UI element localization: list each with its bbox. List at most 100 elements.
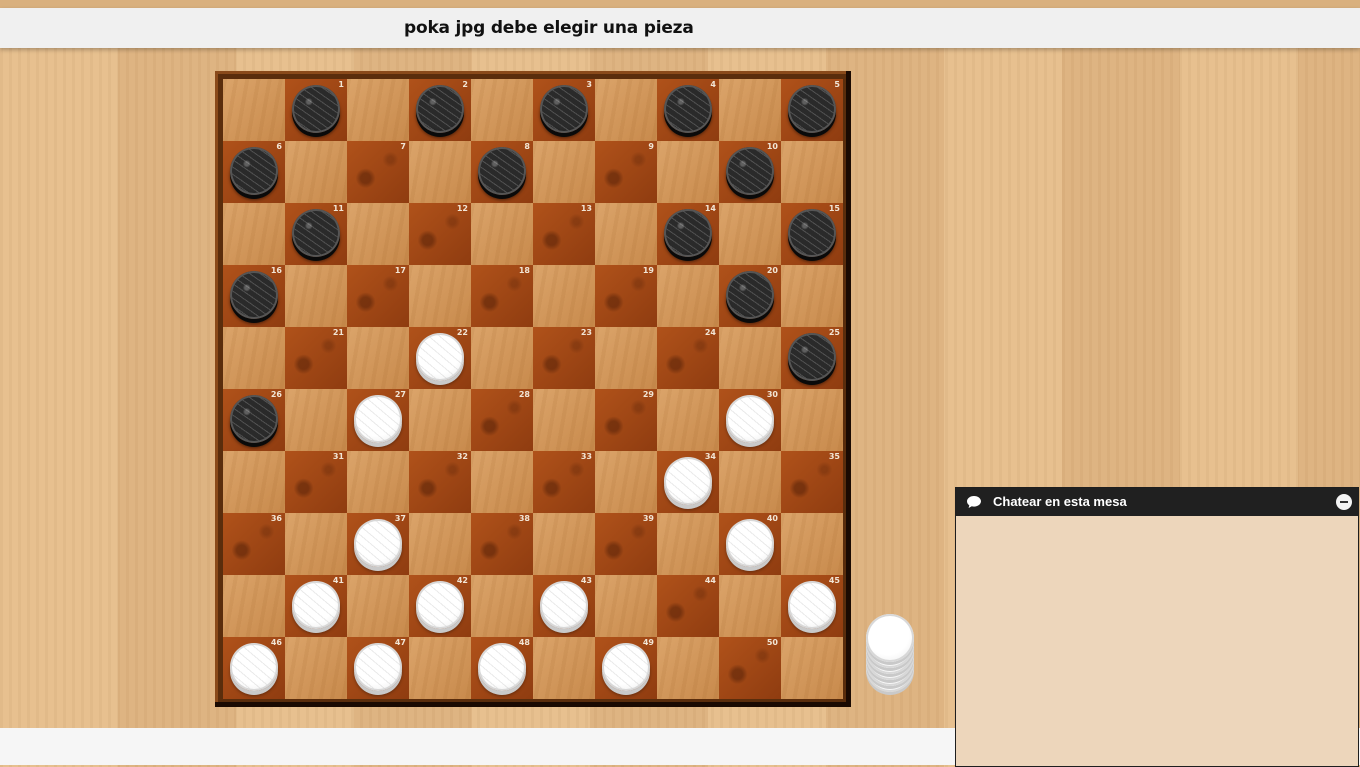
minimize-icon[interactable]	[1336, 494, 1352, 510]
board-square-42[interactable]: 42	[409, 575, 471, 637]
black-piece[interactable]	[230, 271, 278, 319]
board-square-28[interactable]: 28	[471, 389, 533, 451]
black-piece[interactable]	[664, 85, 712, 133]
board-square-20[interactable]: 20	[719, 265, 781, 327]
black-piece[interactable]	[478, 147, 526, 195]
board-square-5[interactable]: 5	[781, 79, 843, 141]
board-square-3[interactable]: 3	[533, 79, 595, 141]
board-square-light	[657, 265, 719, 327]
board-square-38[interactable]: 38	[471, 513, 533, 575]
square-number: 42	[456, 576, 468, 585]
white-piece[interactable]	[664, 457, 712, 505]
board-square-43[interactable]: 43	[533, 575, 595, 637]
board-square-31[interactable]: 31	[285, 451, 347, 513]
white-piece[interactable]	[602, 643, 650, 691]
board-square-45[interactable]: 45	[781, 575, 843, 637]
black-piece[interactable]	[540, 85, 588, 133]
white-piece[interactable]	[540, 581, 588, 629]
black-piece[interactable]	[788, 333, 836, 381]
board-square-44[interactable]: 44	[657, 575, 719, 637]
white-piece[interactable]	[726, 519, 774, 567]
black-piece[interactable]	[292, 209, 340, 257]
chat-header[interactable]: Chatear en esta mesa	[956, 488, 1358, 516]
board-square-35[interactable]: 35	[781, 451, 843, 513]
board-square-49[interactable]: 49	[595, 637, 657, 699]
board-square-6[interactable]: 6	[223, 141, 285, 203]
board-square-40[interactable]: 40	[719, 513, 781, 575]
black-piece[interactable]	[726, 147, 774, 195]
board-square-light	[533, 389, 595, 451]
board-square-50[interactable]: 50	[719, 637, 781, 699]
black-piece[interactable]	[292, 85, 340, 133]
board-square-48[interactable]: 48	[471, 637, 533, 699]
board-square-light	[781, 141, 843, 203]
board-square-light	[285, 389, 347, 451]
board-square-27[interactable]: 27	[347, 389, 409, 451]
black-piece[interactable]	[664, 209, 712, 257]
white-piece[interactable]	[230, 643, 278, 691]
board-square-13[interactable]: 13	[533, 203, 595, 265]
board-square-14[interactable]: 14	[657, 203, 719, 265]
white-piece[interactable]	[292, 581, 340, 629]
board-square-41[interactable]: 41	[285, 575, 347, 637]
black-piece[interactable]	[726, 271, 774, 319]
board-square-8[interactable]: 8	[471, 141, 533, 203]
board-square-30[interactable]: 30	[719, 389, 781, 451]
board-square-22[interactable]: 22	[409, 327, 471, 389]
square-number: 6	[276, 142, 282, 151]
board-square-29[interactable]: 29	[595, 389, 657, 451]
board-square-16[interactable]: 16	[223, 265, 285, 327]
board-square-47[interactable]: 47	[347, 637, 409, 699]
board-square-26[interactable]: 26	[223, 389, 285, 451]
square-number: 50	[766, 638, 778, 647]
black-piece[interactable]	[788, 85, 836, 133]
board-square-7[interactable]: 7	[347, 141, 409, 203]
board-square-2[interactable]: 2	[409, 79, 471, 141]
board-square-light	[409, 265, 471, 327]
board-square-39[interactable]: 39	[595, 513, 657, 575]
white-piece[interactable]	[354, 643, 402, 691]
square-number: 47	[394, 638, 406, 647]
black-piece[interactable]	[788, 209, 836, 257]
white-piece[interactable]	[416, 333, 464, 381]
black-piece[interactable]	[230, 147, 278, 195]
board-square-23[interactable]: 23	[533, 327, 595, 389]
board-square-32[interactable]: 32	[409, 451, 471, 513]
square-number: 13	[580, 204, 592, 213]
board-square-light	[471, 203, 533, 265]
board-square-10[interactable]: 10	[719, 141, 781, 203]
square-number: 12	[456, 204, 468, 213]
board-square-37[interactable]: 37	[347, 513, 409, 575]
black-piece[interactable]	[230, 395, 278, 443]
board-square-12[interactable]: 12	[409, 203, 471, 265]
board-square-11[interactable]: 11	[285, 203, 347, 265]
square-number: 23	[580, 328, 592, 337]
board-square-9[interactable]: 9	[595, 141, 657, 203]
board-square-light	[285, 141, 347, 203]
white-piece[interactable]	[416, 581, 464, 629]
board-square-15[interactable]: 15	[781, 203, 843, 265]
square-number: 40	[766, 514, 778, 523]
board-square-21[interactable]: 21	[285, 327, 347, 389]
white-piece[interactable]	[354, 395, 402, 443]
board-square-25[interactable]: 25	[781, 327, 843, 389]
board-square-18[interactable]: 18	[471, 265, 533, 327]
white-piece[interactable]	[478, 643, 526, 691]
white-piece[interactable]	[354, 519, 402, 567]
checkers-board: 1 2 3 4 5 6 7 8 9 10 11 12 13 14 15 16 17 18 19 20 21 22 23 24 2…	[223, 79, 843, 699]
black-piece[interactable]	[416, 85, 464, 133]
white-piece[interactable]	[788, 581, 836, 629]
square-number: 45	[828, 576, 840, 585]
board-square-4[interactable]: 4	[657, 79, 719, 141]
board-square-1[interactable]: 1	[285, 79, 347, 141]
board-square-36[interactable]: 36	[223, 513, 285, 575]
board-square-24[interactable]: 24	[657, 327, 719, 389]
board-square-33[interactable]: 33	[533, 451, 595, 513]
board-square-19[interactable]: 19	[595, 265, 657, 327]
board-square-46[interactable]: 46	[223, 637, 285, 699]
board-square-34[interactable]: 34	[657, 451, 719, 513]
square-number: 44	[704, 576, 716, 585]
board-square-17[interactable]: 17	[347, 265, 409, 327]
white-piece[interactable]	[726, 395, 774, 443]
board-square-light	[409, 513, 471, 575]
